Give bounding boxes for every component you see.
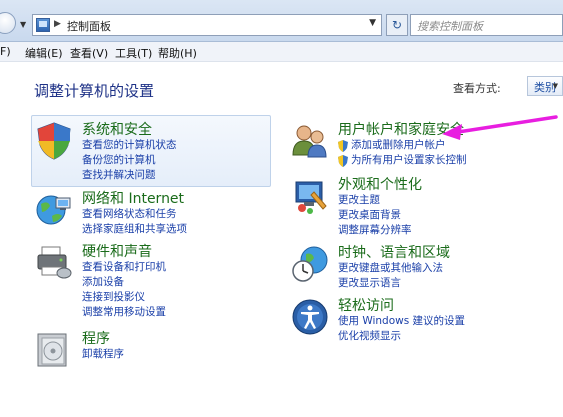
- menu-bar: F) 编辑(E) 查看(V) 工具(T) 帮助(H): [0, 42, 563, 62]
- link-homegroup-sharing[interactable]: 选择家庭组和共享选项: [82, 221, 187, 236]
- network-globe-icon: [36, 195, 71, 225]
- control-panel-icon: [36, 18, 50, 32]
- link-mobility-settings[interactable]: 调整常用移动设置: [82, 304, 166, 319]
- link-add-device[interactable]: 添加设备: [82, 274, 124, 289]
- page-title: 调整计算机的设置: [34, 82, 155, 100]
- address-field[interactable]: ▶ 控制面板 ▼: [32, 14, 382, 36]
- category-title[interactable]: 外观和个性化: [338, 174, 422, 194]
- link-view-computer-status[interactable]: 查看您的计算机状态: [82, 137, 177, 152]
- menu-edit[interactable]: 编辑(E): [25, 45, 63, 61]
- uac-shield-icon: [338, 155, 348, 167]
- link-add-remove-accounts[interactable]: 添加或删除用户帐户: [351, 137, 446, 152]
- link-change-theme[interactable]: 更改主题: [338, 192, 380, 207]
- link-display-language[interactable]: 更改显示语言: [338, 275, 401, 290]
- link-troubleshoot[interactable]: 查找并解决问题: [82, 167, 156, 182]
- refresh-icon: ↻: [391, 18, 403, 32]
- ease-of-access-icon: [292, 299, 328, 335]
- link-parental-controls[interactable]: 为所有用户设置家长控制: [351, 152, 467, 167]
- link-screen-resolution[interactable]: 调整屏幕分辨率: [338, 222, 412, 237]
- address-history-dropdown-icon[interactable]: ▼: [369, 18, 376, 28]
- uac-shield-icon: [338, 140, 348, 152]
- category-title[interactable]: 轻松访问: [338, 295, 394, 315]
- menu-tools[interactable]: 工具(T): [115, 45, 152, 61]
- address-bar: ▼ ▶ 控制面板 ▼ ↻ 搜索控制面板: [0, 0, 563, 42]
- link-view-network-status[interactable]: 查看网络状态和任务: [82, 206, 177, 221]
- category-title[interactable]: 硬件和声音: [82, 241, 152, 261]
- refresh-button[interactable]: ↻: [386, 14, 408, 36]
- category-title[interactable]: 系统和安全: [82, 119, 152, 139]
- breadcrumb-control-panel[interactable]: 控制面板: [67, 18, 111, 34]
- menu-file[interactable]: F): [0, 45, 11, 58]
- search-placeholder: 搜索控制面板: [417, 20, 483, 33]
- back-button[interactable]: [0, 12, 16, 34]
- link-keyboard-input[interactable]: 更改键盘或其他输入法: [338, 260, 443, 275]
- link-optimize-visual-display[interactable]: 优化视频显示: [338, 328, 401, 343]
- printer-icon: [37, 246, 72, 279]
- users-icon: [292, 125, 327, 158]
- category-title[interactable]: 时钟、语言和区域: [338, 242, 450, 262]
- link-uninstall-program[interactable]: 卸载程序: [82, 346, 124, 361]
- view-by-label: 查看方式:: [453, 82, 501, 95]
- clock-globe-icon: [292, 246, 328, 282]
- chevron-down-icon: ▼: [552, 82, 558, 90]
- search-input[interactable]: 搜索控制面板: [410, 14, 563, 36]
- menu-view[interactable]: 查看(V): [70, 45, 108, 61]
- breadcrumb-separator-icon[interactable]: ▶: [54, 19, 61, 29]
- link-devices-printers[interactable]: 查看设备和打印机: [82, 259, 166, 274]
- shield-icon: [37, 122, 71, 160]
- annotation-arrow-icon: [442, 115, 558, 140]
- recent-pages-dropdown-icon[interactable]: ▼: [20, 20, 26, 29]
- category-title[interactable]: 程序: [82, 328, 110, 348]
- link-windows-recommended-settings[interactable]: 使用 Windows 建议的设置: [338, 313, 465, 328]
- view-by-dropdown[interactable]: 类别 ▼: [527, 76, 563, 96]
- link-backup-computer[interactable]: 备份您的计算机: [82, 152, 156, 167]
- category-title[interactable]: 网络和 Internet: [82, 188, 184, 208]
- link-connect-projector[interactable]: 连接到投影仪: [82, 289, 145, 304]
- programs-disc-icon: [37, 333, 67, 367]
- personalization-icon: [295, 181, 327, 214]
- link-desktop-background[interactable]: 更改桌面背景: [338, 207, 401, 222]
- menu-help[interactable]: 帮助(H): [158, 45, 197, 61]
